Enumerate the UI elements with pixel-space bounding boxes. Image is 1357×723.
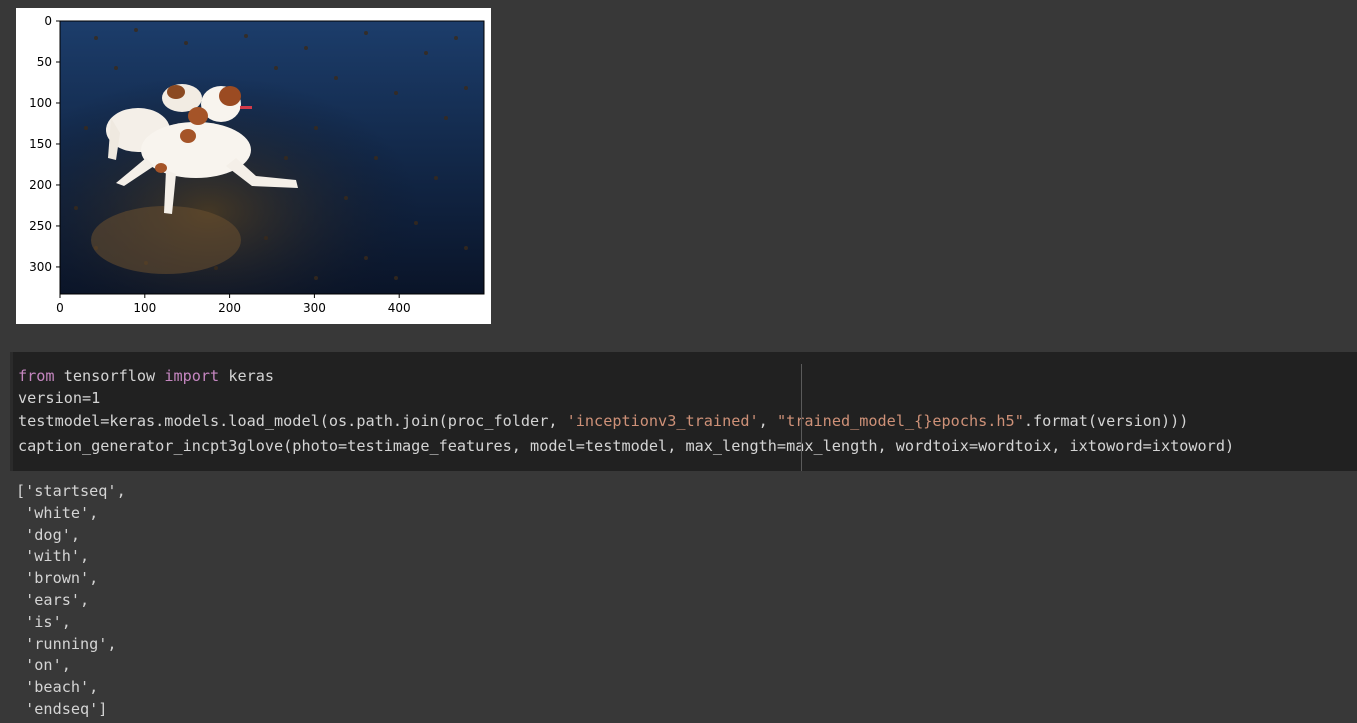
- output-line: ['startseq',: [16, 482, 126, 500]
- x-tick-label: 100: [133, 301, 156, 315]
- output-line: 'white',: [16, 503, 99, 522]
- y-axis: 0 50 100 150 200 250 300: [29, 14, 60, 274]
- code-line-1[interactable]: from tensorflow import keras: [18, 365, 274, 387]
- code-line-4[interactable]: caption_generator_incpt3glove(photo=test…: [18, 435, 1234, 457]
- import-name: keras: [219, 367, 275, 385]
- output-line: 'running',: [16, 634, 117, 653]
- cell-output: ['startseq', 'white', 'dog', 'with', 'br…: [16, 481, 816, 721]
- x-tick-label: 400: [388, 301, 411, 315]
- code-line-2[interactable]: version=1: [18, 387, 100, 409]
- code-text: .format(version))): [1023, 412, 1189, 430]
- string-literal: "trained_model_{}epochs.h5": [776, 412, 1024, 430]
- keyword-from: from: [18, 367, 55, 385]
- y-tick-label: 100: [29, 96, 52, 110]
- editor-ruler: [801, 364, 802, 471]
- x-tick-label: 300: [303, 301, 326, 315]
- dog-photo: [60, 21, 484, 294]
- output-line: 'ears',: [16, 590, 90, 609]
- y-tick-label: 150: [29, 137, 52, 151]
- output-line: 'dog',: [16, 525, 81, 544]
- x-tick-label: 200: [218, 301, 241, 315]
- code-text: testmodel=keras.models.load_model(os.pat…: [18, 412, 567, 430]
- x-axis: 0 100 200 300 400: [56, 294, 411, 315]
- y-tick-label: 250: [29, 219, 52, 233]
- image-plot-output: 0 50 100 150 200 250 300 0 100 200 300 400: [16, 8, 491, 324]
- output-line: 'brown',: [16, 569, 99, 588]
- output-line: 'beach',: [16, 678, 99, 697]
- x-tick-label: 0: [56, 301, 64, 315]
- code-text: ,: [758, 412, 777, 430]
- module-name: tensorflow: [54, 367, 165, 385]
- output-line: 'with',: [16, 547, 90, 566]
- output-line: 'endseq']: [16, 699, 108, 718]
- y-tick-label: 0: [44, 14, 52, 28]
- code-line-3[interactable]: testmodel=keras.models.load_model(os.pat…: [18, 410, 1188, 432]
- output-line: 'on',: [16, 656, 71, 675]
- keyword-import: import: [164, 367, 220, 385]
- code-cell[interactable]: from tensorflow import keras version=1 t…: [10, 352, 1357, 471]
- string-literal: 'inceptionv3_trained': [566, 412, 759, 430]
- y-tick-label: 200: [29, 178, 52, 192]
- output-line: 'is',: [16, 612, 71, 631]
- cell-gutter: [10, 352, 13, 471]
- matplotlib-figure: 0 50 100 150 200 250 300 0 100 200 300 400: [29, 14, 485, 315]
- y-tick-label: 300: [29, 260, 52, 274]
- y-tick-label: 50: [37, 55, 52, 69]
